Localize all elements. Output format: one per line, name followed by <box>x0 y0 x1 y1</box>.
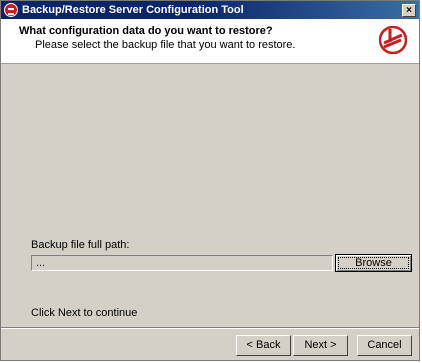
app-logo-icon <box>4 3 18 17</box>
close-icon: × <box>406 4 412 16</box>
browse-button[interactable]: Browse <box>335 254 412 272</box>
continue-hint: Click Next to continue <box>31 307 138 319</box>
cancel-button[interactable]: Cancel <box>357 335 412 356</box>
next-button[interactable]: Next > <box>293 335 348 356</box>
brand-logo-icon <box>379 26 407 54</box>
close-button[interactable]: × <box>402 3 416 17</box>
back-button[interactable]: < Back <box>236 335 291 356</box>
header-title: What configuration data do you want to r… <box>19 25 273 37</box>
footer-divider <box>1 327 419 329</box>
backup-path-label: Backup file full path: <box>31 239 130 251</box>
backup-path-field[interactable]: ... <box>31 255 333 271</box>
window-title: Backup/Restore Server Configuration Tool <box>22 4 244 16</box>
dialog-window: Backup/Restore Server Configuration Tool… <box>0 0 420 361</box>
wizard-header: What configuration data do you want to r… <box>1 19 419 64</box>
title-bar[interactable]: Backup/Restore Server Configuration Tool… <box>1 1 419 19</box>
header-subtitle: Please select the backup file that you w… <box>35 39 296 51</box>
